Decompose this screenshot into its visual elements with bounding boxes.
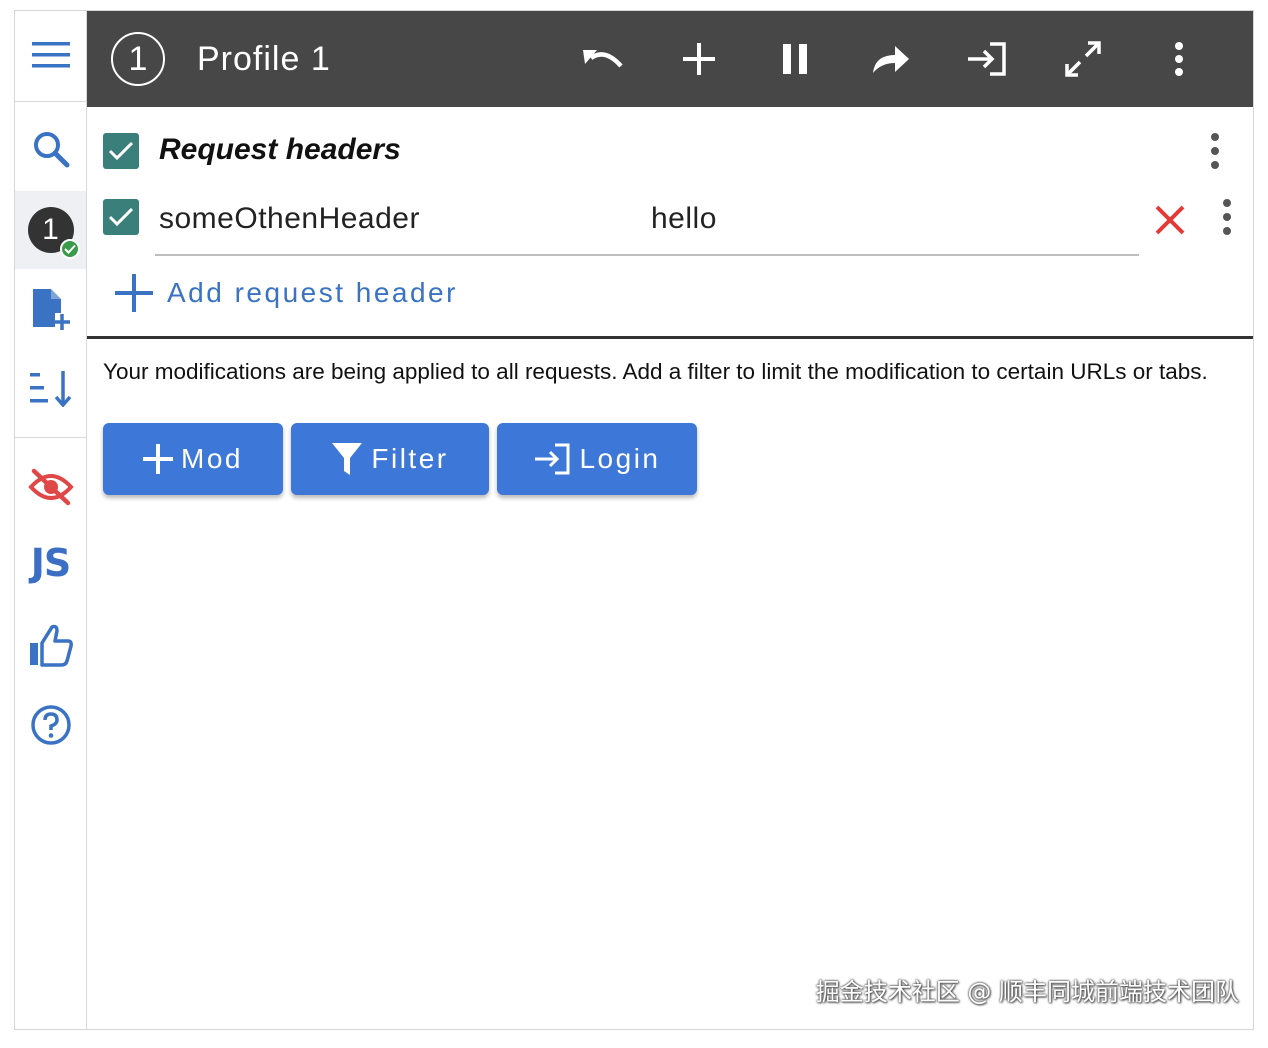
header-row-more-button[interactable] xyxy=(1212,197,1242,237)
more-vert-icon xyxy=(1223,199,1231,207)
app-frame: 1 JS 1 Profile 1 Request headers someOth… xyxy=(14,10,1254,1030)
add-modification-button[interactable] xyxy=(651,11,747,107)
info-message: Your modifications are being applied to … xyxy=(103,359,1208,384)
toolbar xyxy=(555,11,1227,107)
login-label: Login xyxy=(579,443,661,474)
check-icon xyxy=(108,207,134,227)
header-row-checkbox[interactable] xyxy=(103,199,139,235)
js-button[interactable]: JS xyxy=(15,527,86,599)
sort-icon xyxy=(29,371,71,407)
watermark: 掘金技术社区 @ 顺丰同城前端技术团队 xyxy=(815,978,1239,1006)
section-divider xyxy=(87,336,1253,339)
undo-button[interactable] xyxy=(555,11,651,107)
add-mod-label: Mod xyxy=(181,443,243,474)
fullscreen-button[interactable] xyxy=(1035,11,1131,107)
pause-button[interactable] xyxy=(747,11,843,107)
login-icon xyxy=(535,443,570,475)
header-row-underline xyxy=(155,254,1139,256)
expand-icon xyxy=(1065,41,1101,77)
modification-more-button[interactable] xyxy=(1200,131,1230,171)
login-button[interactable]: Login xyxy=(497,423,697,495)
add-profile-button[interactable] xyxy=(15,273,86,345)
profile-title[interactable]: Profile 1 xyxy=(197,40,331,79)
thumbs-up-icon xyxy=(29,624,73,667)
help-icon xyxy=(30,705,71,745)
eye-off-icon xyxy=(27,468,74,506)
sidebar: 1 JS xyxy=(15,11,87,1029)
add-request-header-label: Add request header xyxy=(167,277,458,308)
add-request-header-button[interactable]: Add request header xyxy=(115,267,458,319)
check-icon xyxy=(59,239,80,259)
close-icon xyxy=(1155,205,1185,235)
sort-profiles-button[interactable] xyxy=(15,353,86,425)
more-menu-button[interactable] xyxy=(1131,11,1227,107)
hide-button[interactable] xyxy=(15,451,86,523)
header-name-input[interactable] xyxy=(159,199,629,239)
plus-icon xyxy=(143,444,174,474)
help-button[interactable] xyxy=(15,689,86,761)
delete-header-button[interactable] xyxy=(1153,203,1187,237)
action-buttons: Mod Filter Login xyxy=(103,423,697,495)
like-button[interactable] xyxy=(15,609,86,681)
profile-number-badge: 1 xyxy=(111,32,165,86)
modification-title: Request headers xyxy=(159,133,401,166)
search-button[interactable] xyxy=(15,113,86,185)
profile-number: 1 xyxy=(128,39,148,78)
plus-icon xyxy=(683,43,715,75)
plus-icon xyxy=(115,274,153,312)
undo-icon xyxy=(583,50,623,68)
share-icon xyxy=(873,46,909,73)
share-button[interactable] xyxy=(843,11,939,107)
main-content: Request headers Add request header xyxy=(87,107,1253,1029)
js-icon: JS xyxy=(30,541,72,585)
profile-badge: 1 xyxy=(27,207,80,259)
add-filter-label: Filter xyxy=(371,443,449,474)
request-headers-checkbox[interactable] xyxy=(103,133,139,169)
check-icon xyxy=(108,141,134,161)
sidebar-profile-1[interactable]: 1 xyxy=(15,191,86,269)
more-vert-icon xyxy=(1175,42,1183,76)
menu-button[interactable] xyxy=(15,19,86,91)
more-vert-icon xyxy=(1211,133,1219,141)
search-icon xyxy=(33,132,69,168)
add-file-icon xyxy=(32,289,70,330)
import-button[interactable] xyxy=(939,11,1035,107)
filter-icon xyxy=(332,443,363,475)
pause-icon xyxy=(783,44,807,74)
profile-badge-number: 1 xyxy=(42,213,59,246)
add-mod-button[interactable]: Mod xyxy=(103,423,283,495)
add-filter-button[interactable]: Filter xyxy=(291,423,489,495)
menu-icon xyxy=(31,42,70,68)
top-bar: 1 Profile 1 xyxy=(87,11,1253,107)
header-value-input[interactable] xyxy=(651,199,1131,239)
login-icon xyxy=(968,42,1006,76)
